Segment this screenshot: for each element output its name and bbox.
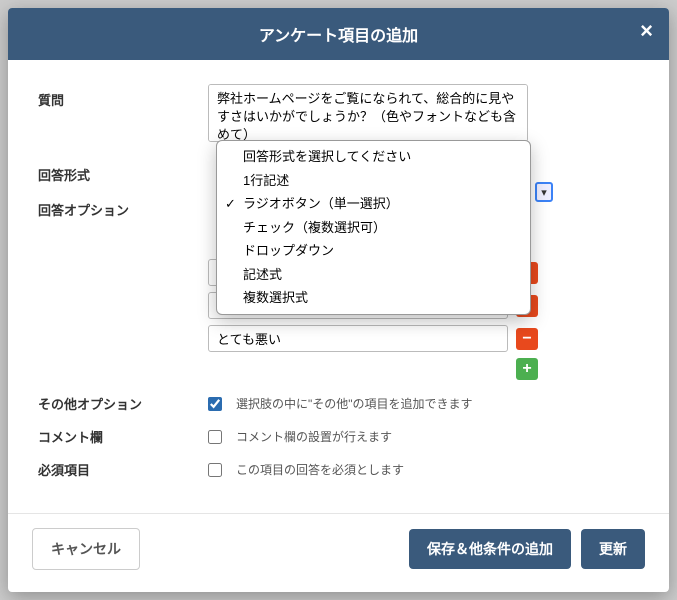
label-comment-field: コメント欄 [38, 427, 208, 446]
dropdown-option-dropdown[interactable]: ドロップダウン [217, 239, 530, 263]
option-input[interactable] [208, 325, 508, 352]
cancel-button[interactable]: キャンセル [32, 528, 140, 570]
row-question: 質問 弊社ホームページをご覧になられて、総合的に見やすさはいかがでしょうか？（色… [38, 84, 639, 145]
other-option-control: 選択肢の中に"その他"の項目を追加できます [208, 395, 473, 412]
modal-title: アンケート項目の追加 [259, 22, 418, 46]
label-other-option: その他オプション [38, 394, 208, 413]
dropdown-option-radio[interactable]: ラジオボタン（単一選択） [217, 192, 530, 216]
dropdown-option-textarea[interactable]: 記述式 [217, 263, 530, 287]
spacer [38, 259, 208, 265]
label-required: 必須項目 [38, 460, 208, 479]
save-add-button[interactable]: 保存＆他条件の追加 [409, 529, 571, 569]
other-option-text: 選択肢の中に"その他"の項目を追加できます [236, 395, 473, 412]
dropdown-option-one-line[interactable]: 1行記述 [217, 169, 530, 193]
add-option-row: + [208, 358, 538, 380]
label-answer-options: 回答オプション [38, 194, 208, 219]
row-comment-field: コメント欄 コメント欄の設置が行えます [38, 427, 639, 446]
comment-field-control: コメント欄の設置が行えます [208, 428, 392, 445]
modal-footer: キャンセル 保存＆他条件の追加 更新 [8, 513, 669, 592]
comment-field-checkbox[interactable] [208, 430, 222, 444]
dropdown-option-multi[interactable]: 複数選択式 [217, 286, 530, 310]
modal-header: アンケート項目の追加 × [8, 8, 669, 60]
row-required: 必須項目 この項目の回答を必須とします [38, 460, 639, 479]
footer-right: 保存＆他条件の追加 更新 [409, 529, 645, 569]
add-option-icon[interactable]: + [516, 358, 538, 380]
option-row: − [208, 325, 639, 352]
select-caret-icon[interactable]: ▾ [535, 182, 553, 202]
label-answer-format: 回答形式 [38, 159, 208, 184]
dropdown-placeholder[interactable]: 回答形式を選択してください [217, 145, 530, 169]
required-control: この項目の回答を必須とします [208, 461, 404, 478]
other-option-checkbox[interactable] [208, 397, 222, 411]
close-icon[interactable]: × [640, 18, 653, 44]
remove-option-icon[interactable]: − [516, 328, 538, 350]
required-text: この項目の回答を必須とします [236, 461, 404, 478]
row-other-option: その他オプション 選択肢の中に"その他"の項目を追加できます [38, 394, 639, 413]
comment-field-text: コメント欄の設置が行えます [236, 428, 392, 445]
question-textarea[interactable]: 弊社ホームページをご覧になられて、総合的に見やすさはいかがでしょうか？（色やフォ… [208, 84, 528, 142]
dropdown-option-checkbox[interactable]: チェック（複数選択可） [217, 216, 530, 240]
update-button[interactable]: 更新 [581, 529, 645, 569]
format-dropdown-popup: 回答形式を選択してください 1行記述 ラジオボタン（単一選択） チェック（複数選… [216, 140, 531, 315]
label-question: 質問 [38, 84, 208, 109]
required-checkbox[interactable] [208, 463, 222, 477]
field-question: 弊社ホームページをご覧になられて、総合的に見やすさはいかがでしょうか？（色やフォ… [208, 84, 639, 145]
